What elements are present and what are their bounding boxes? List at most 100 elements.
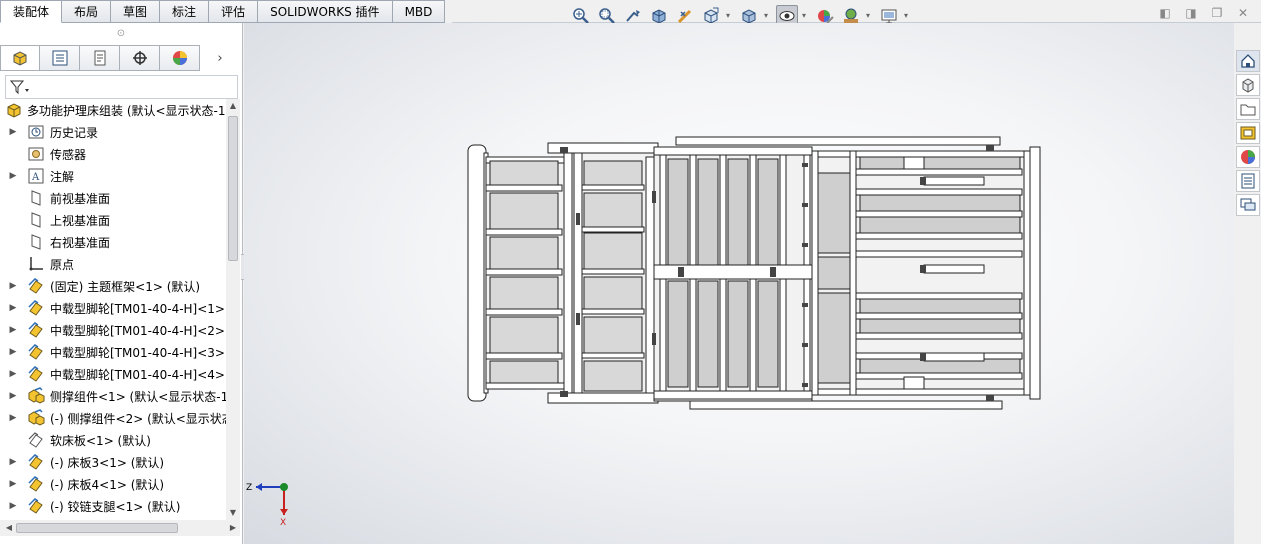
expand-arrow-icon[interactable]: ▶ — [8, 457, 18, 467]
tree-filter[interactable] — [5, 75, 238, 99]
tree-item-label: 中载型脚轮[TM01-40-4-H]<2> — [50, 323, 225, 338]
tree-item-label: 传感器 — [50, 147, 87, 162]
part-icon — [27, 497, 45, 515]
tree-item-side-brace-1[interactable]: ▶ 侧撑组件<1> (默认<显示状态-1>) — [0, 385, 226, 407]
part-icon — [27, 475, 45, 493]
design-library-icon[interactable] — [1236, 74, 1260, 96]
tree-item-label: 上视基准面 — [50, 213, 111, 228]
tab-sketch[interactable]: 草图 — [111, 0, 161, 23]
tree-item-hinge-leg[interactable]: ▶ (-) 铰链支腿<1> (默认) — [0, 495, 226, 517]
tree-item-caster-2[interactable]: ▶ 中载型脚轮[TM01-40-4-H]<2> — [0, 319, 226, 341]
tile-left-icon[interactable]: ◧ — [1157, 6, 1173, 20]
tree-item-history[interactable]: ▶ 历史记录 — [0, 121, 226, 143]
solidworks-window: 装配体 布局 草图 标注 评估 SOLIDWORKS 插件 MBD ▾ ▾ ▾ … — [0, 0, 1261, 544]
tree-item-label: (-) 床板3<1> (默认) — [50, 455, 165, 470]
solidworks-resources-icon[interactable] — [1236, 50, 1260, 72]
featuremanager-tree-icon[interactable] — [0, 45, 40, 71]
tree-horizontal-scrollbar[interactable]: ◀ ▶ — [0, 520, 240, 536]
scroll-thumb[interactable] — [16, 523, 178, 533]
tree-item-origin[interactable]: 原点 — [0, 253, 226, 275]
tab-solidworks-addins[interactable]: SOLIDWORKS 插件 — [258, 0, 393, 23]
tree-item-sensors[interactable]: 传感器 — [0, 143, 226, 165]
scroll-thumb[interactable] — [228, 116, 238, 261]
scroll-right-arrow-icon[interactable]: ▶ — [226, 520, 240, 536]
tree-item-caster-1[interactable]: ▶ 中载型脚轮[TM01-40-4-H]<1> — [0, 297, 226, 319]
panel-grip-icon[interactable]: ⊙ — [0, 23, 242, 45]
panel-scroll-right-icon[interactable]: › — [200, 45, 240, 71]
part-icon — [27, 299, 45, 317]
flexible-part-icon — [27, 431, 45, 449]
tile-right-icon[interactable]: ◨ — [1183, 6, 1199, 20]
tree-item-label: 多功能护理床组装 (默认<显示状态-1>) — [27, 103, 226, 118]
triad-x-label: X — [280, 518, 286, 528]
restore-icon[interactable]: ❐ — [1209, 6, 1225, 20]
tree-item-root-assembly[interactable]: 多功能护理床组装 (默认<显示状态-1>) — [0, 99, 226, 121]
tree-item-caster-3[interactable]: ▶ 中载型脚轮[TM01-40-4-H]<3> — [0, 341, 226, 363]
view-palette-icon[interactable] — [1236, 122, 1260, 144]
tree-item-label: 中载型脚轮[TM01-40-4-H]<4> — [50, 367, 225, 382]
scroll-left-arrow-icon[interactable]: ◀ — [2, 520, 16, 536]
tree-item-label: 软床板<1> (默认) — [50, 433, 151, 448]
plane-icon — [27, 233, 45, 251]
bed-frame-model[interactable] — [464, 133, 1044, 413]
sensor-icon — [27, 145, 45, 163]
panel-tabs: › — [0, 45, 240, 71]
tree-vertical-scrollbar[interactable]: ▲ ▼ — [226, 99, 240, 520]
tree-item-caster-4[interactable]: ▶ 中载型脚轮[TM01-40-4-H]<4> — [0, 363, 226, 385]
tree-item-front-plane[interactable]: 前视基准面 — [0, 187, 226, 209]
tree-item-label: 原点 — [50, 257, 75, 272]
dimxpertmanager-icon[interactable] — [120, 45, 160, 71]
scroll-down-arrow-icon[interactable]: ▼ — [226, 506, 240, 520]
expand-arrow-icon[interactable]: ▶ — [8, 479, 18, 489]
expand-arrow-icon[interactable]: ▶ — [8, 501, 18, 511]
tree-item-main-frame[interactable]: ▶ (固定) 主题框架<1> (默认) — [0, 275, 226, 297]
expand-arrow-icon[interactable]: ▶ — [8, 127, 18, 137]
expand-arrow-icon[interactable]: ▶ — [8, 369, 18, 379]
filter-icon — [10, 80, 29, 95]
expand-arrow-icon[interactable]: ▶ — [8, 281, 18, 291]
tree-item-bed-board-4[interactable]: ▶ (-) 床板4<1> (默认) — [0, 473, 226, 495]
tree-item-label: 中载型脚轮[TM01-40-4-H]<1> — [50, 301, 225, 316]
part-icon — [27, 343, 45, 361]
tab-mbd[interactable]: MBD — [392, 0, 446, 23]
tree-item-top-plane[interactable]: 上视基准面 — [0, 209, 226, 231]
tab-markup[interactable]: 标注 — [160, 0, 210, 23]
part-icon — [27, 365, 45, 383]
expand-arrow-icon[interactable]: ▶ — [8, 325, 18, 335]
close-icon[interactable]: ✕ — [1235, 6, 1251, 20]
subassembly-icon — [27, 409, 45, 427]
tab-layout[interactable]: 布局 — [62, 0, 112, 23]
part-icon — [27, 277, 45, 295]
history-icon — [27, 123, 45, 141]
scroll-up-arrow-icon[interactable]: ▲ — [226, 99, 240, 113]
expand-arrow-icon[interactable]: ▶ — [8, 347, 18, 357]
tree-item-right-plane[interactable]: 右视基准面 — [0, 231, 226, 253]
tab-evaluate[interactable]: 评估 — [209, 0, 259, 23]
window-controls: ◧ ◨ ❐ ✕ — [1157, 6, 1251, 20]
tree-item-label: 历史记录 — [50, 125, 99, 140]
subassembly-icon — [27, 387, 45, 405]
plane-icon — [27, 189, 45, 207]
tab-assembly[interactable]: 装配体 — [0, 0, 63, 23]
expand-arrow-icon[interactable]: ▶ — [8, 413, 18, 423]
tree-item-annotations[interactable]: ▶ A 注解 — [0, 165, 226, 187]
custom-properties-icon[interactable] — [1236, 170, 1260, 192]
configurationmanager-icon[interactable] — [80, 45, 120, 71]
file-explorer-icon[interactable] — [1236, 98, 1260, 120]
tree-item-label: 前视基准面 — [50, 191, 111, 206]
assembly-icon — [5, 101, 23, 119]
part-icon — [27, 321, 45, 339]
expand-arrow-icon[interactable]: ▶ — [8, 303, 18, 313]
tree-item-label: 侧撑组件<1> (默认<显示状态-1>) — [50, 389, 226, 404]
appearances-icon[interactable] — [1236, 146, 1260, 168]
expand-arrow-icon[interactable]: ▶ — [8, 171, 18, 181]
expand-arrow-icon[interactable]: ▶ — [8, 391, 18, 401]
tree-item-label: 右视基准面 — [50, 235, 111, 250]
tree-item-side-brace-2[interactable]: ▶ (-) 侧撑组件<2> (默认<显示状态-1>) — [0, 407, 226, 429]
propertymanager-icon[interactable] — [40, 45, 80, 71]
displaymanager-icon[interactable] — [160, 45, 200, 71]
solidworks-forum-icon[interactable] — [1236, 194, 1260, 216]
tree-item-soft-bed-board[interactable]: 软床板<1> (默认) — [0, 429, 226, 451]
graphics-area[interactable]: Z X — [244, 23, 1234, 544]
tree-item-bed-board-3[interactable]: ▶ (-) 床板3<1> (默认) — [0, 451, 226, 473]
